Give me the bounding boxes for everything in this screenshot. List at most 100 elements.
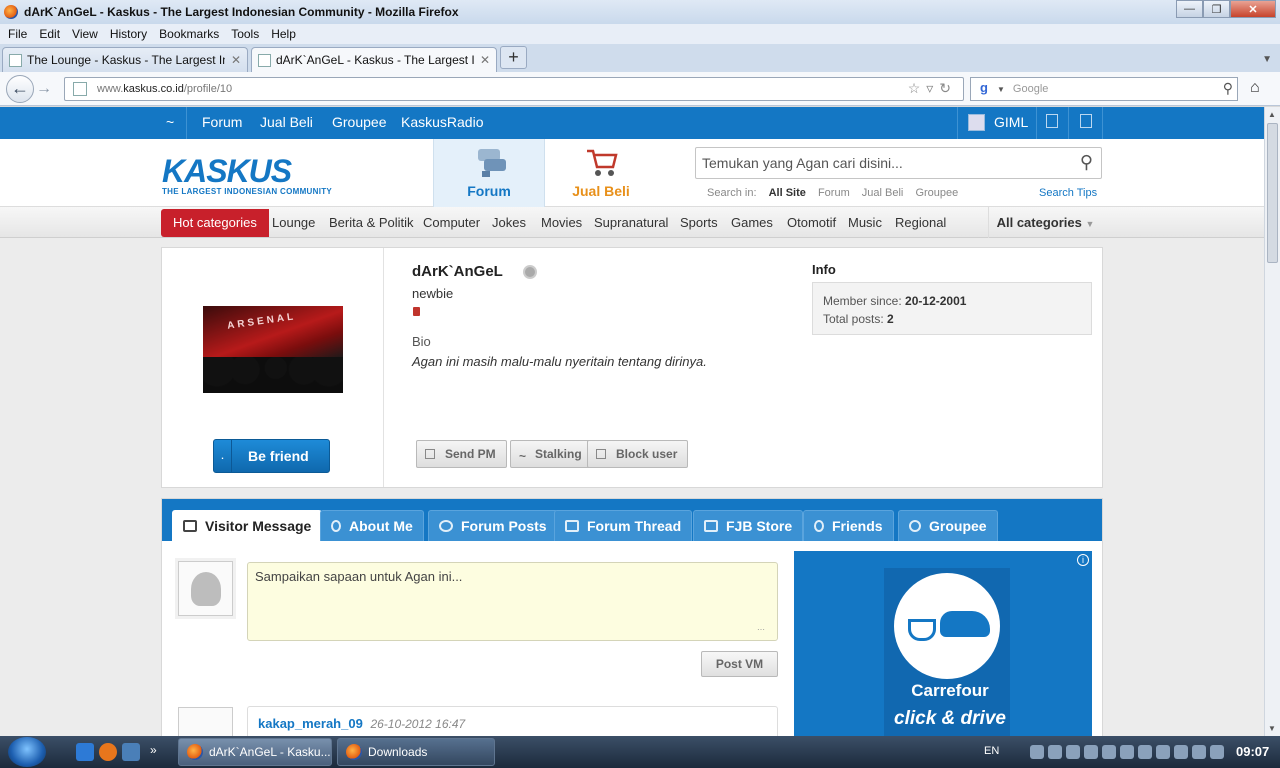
- search-icon[interactable]: ⚲: [1223, 80, 1233, 97]
- advertisement[interactable]: i Carrefour click & drive: [794, 551, 1092, 736]
- category-jokes[interactable]: Jokes: [492, 207, 526, 238]
- scroll-down-icon[interactable]: ▼: [1268, 724, 1276, 733]
- google-icon[interactable]: g: [975, 80, 993, 98]
- tray-icon[interactable]: [1156, 745, 1170, 759]
- clock[interactable]: 09:07: [1236, 744, 1269, 759]
- top-nav-jual-beli[interactable]: Jual Beli: [252, 107, 321, 139]
- tab-visitor-message[interactable]: Visitor Message: [172, 510, 323, 541]
- top-nav-tilde[interactable]: ~: [158, 107, 182, 139]
- tab-groupee[interactable]: Groupee: [898, 510, 998, 541]
- menu-view[interactable]: View: [66, 27, 104, 41]
- desktop-icon[interactable]: [122, 743, 140, 761]
- notification-icon[interactable]: [1046, 114, 1058, 128]
- menu-bookmarks[interactable]: Bookmarks: [153, 27, 225, 41]
- menu-file[interactable]: File: [2, 27, 33, 41]
- search-scope-all-site[interactable]: All Site: [769, 187, 806, 199]
- tab-friends[interactable]: Friends: [803, 510, 894, 541]
- category-otomotif[interactable]: Otomotif: [787, 207, 836, 238]
- maximize-button[interactable]: ❐: [1203, 0, 1230, 18]
- post-vm-button[interactable]: Post VM: [701, 651, 778, 677]
- tab-fjb-store[interactable]: FJB Store: [693, 510, 804, 541]
- tray-icon[interactable]: [1210, 745, 1224, 759]
- kaskus-logo[interactable]: KASKUS THE LARGEST INDONESIAN COMMUNITY: [162, 155, 342, 199]
- url-bar[interactable]: www.kaskus.co.id/profile/10 ☆▿↻: [64, 77, 964, 101]
- category-music[interactable]: Music: [848, 207, 882, 238]
- ad-info-icon[interactable]: i: [1077, 554, 1089, 566]
- tab-forum-thread[interactable]: Forum Thread: [554, 510, 693, 541]
- menu-tools[interactable]: Tools: [225, 27, 265, 41]
- browser-tab-lounge[interactable]: The Lounge - Kaskus - The Largest Indon.…: [2, 47, 248, 72]
- tray-icon[interactable]: [1120, 745, 1134, 759]
- message-icon[interactable]: [1080, 114, 1092, 128]
- category-lounge[interactable]: Lounge: [272, 207, 315, 238]
- tray-icon[interactable]: [1174, 745, 1188, 759]
- scroll-up-icon[interactable]: ▲: [1268, 110, 1276, 119]
- tab-forum-posts[interactable]: Forum Posts: [428, 510, 558, 541]
- close-window-button[interactable]: ✕: [1230, 0, 1276, 18]
- browser-tab-profile[interactable]: dArK`AnGeL - Kaskus - The Largest Indo..…: [251, 47, 497, 72]
- new-tab-button[interactable]: +: [500, 46, 527, 69]
- bookmark-star-icon[interactable]: ☆▿↻: [908, 80, 957, 97]
- minimize-button[interactable]: —: [1176, 0, 1203, 18]
- tab-list-chevron-icon[interactable]: ▼: [1262, 54, 1272, 65]
- browser-search-bar[interactable]: g ▼ Google ⚲: [970, 77, 1238, 101]
- language-indicator[interactable]: EN: [984, 745, 999, 757]
- ie-icon[interactable]: [76, 743, 94, 761]
- category-supranatural[interactable]: Supranatural: [594, 207, 668, 238]
- forward-button[interactable]: →: [36, 80, 52, 98]
- scrollbar-thumb[interactable]: [1267, 123, 1278, 263]
- top-nav-kaskusradio[interactable]: KaskusRadio: [393, 107, 492, 139]
- block-user-button[interactable]: Block user: [587, 440, 689, 468]
- chevron-down-icon[interactable]: ▼: [997, 85, 1005, 94]
- category-regional[interactable]: Regional: [895, 207, 946, 238]
- bio-text: Agan ini masih malu-malu nyeritain tenta…: [412, 354, 707, 369]
- tab-about-me[interactable]: About Me: [320, 510, 424, 541]
- search-tips-link[interactable]: Search Tips: [1039, 187, 1097, 199]
- user-name-link[interactable]: GIML: [986, 107, 1036, 139]
- tray-icon[interactable]: [1030, 745, 1044, 759]
- menu-edit[interactable]: Edit: [33, 27, 66, 41]
- top-nav-groupee[interactable]: Groupee: [324, 107, 394, 139]
- search-scope-jual-beli[interactable]: Jual Beli: [862, 187, 904, 199]
- firefox-icon[interactable]: [99, 743, 117, 761]
- send-pm-button[interactable]: Send PM: [416, 440, 507, 468]
- be-friend-button[interactable]: . Be friend: [213, 439, 330, 473]
- top-nav-forum[interactable]: Forum: [194, 107, 250, 139]
- category-computer[interactable]: Computer: [423, 207, 480, 238]
- close-tab-icon[interactable]: ✕: [480, 53, 490, 67]
- chevron-right-icon[interactable]: »: [150, 743, 157, 757]
- stalking-button[interactable]: ~ Stalking: [510, 440, 593, 468]
- tray-icon[interactable]: [1102, 745, 1116, 759]
- home-icon[interactable]: ⌂: [1250, 79, 1260, 97]
- all-categories-dropdown[interactable]: All categories ▼: [988, 207, 1102, 238]
- category-games[interactable]: Games: [731, 207, 773, 238]
- tray-icon[interactable]: [1048, 745, 1062, 759]
- profile-tab-strip: Visitor Message About Me Forum Posts For…: [162, 499, 1102, 541]
- menu-history[interactable]: History: [104, 27, 153, 41]
- taskbar-task-firefox[interactable]: dArK`AnGeL - Kasku...: [178, 738, 332, 766]
- start-button[interactable]: [8, 737, 46, 767]
- site-identity-icon[interactable]: [73, 82, 87, 96]
- tray-icon[interactable]: [1084, 745, 1098, 759]
- search-scope-groupee[interactable]: Groupee: [915, 187, 958, 199]
- back-button[interactable]: ←: [6, 75, 34, 103]
- category-sports[interactable]: Sports: [680, 207, 718, 238]
- header-tab-jual-beli[interactable]: Jual Beli: [545, 139, 657, 207]
- visitor-message-input[interactable]: [255, 569, 775, 639]
- header-tab-forum[interactable]: Forum: [433, 139, 545, 207]
- user-avatar-icon[interactable]: [968, 114, 985, 131]
- page-scrollbar[interactable]: ▲ ▼: [1264, 107, 1280, 736]
- search-icon[interactable]: ⚲: [1080, 152, 1093, 173]
- volume-icon[interactable]: [1138, 745, 1152, 759]
- category-movies[interactable]: Movies: [541, 207, 582, 238]
- site-search-input[interactable]: [702, 149, 1062, 177]
- network-icon[interactable]: [1192, 745, 1206, 759]
- taskbar-task-downloads[interactable]: Downloads: [337, 738, 495, 766]
- search-scope-forum[interactable]: Forum: [818, 187, 850, 199]
- close-tab-icon[interactable]: ✕: [231, 53, 241, 67]
- category-berita-politik[interactable]: Berita & Politik: [329, 207, 414, 238]
- tray-icon[interactable]: [1066, 745, 1080, 759]
- menu-help[interactable]: Help: [265, 27, 302, 41]
- resize-grip-icon[interactable]: ⋯: [757, 625, 765, 634]
- message-author-link[interactable]: kakap_merah_09: [258, 716, 363, 731]
